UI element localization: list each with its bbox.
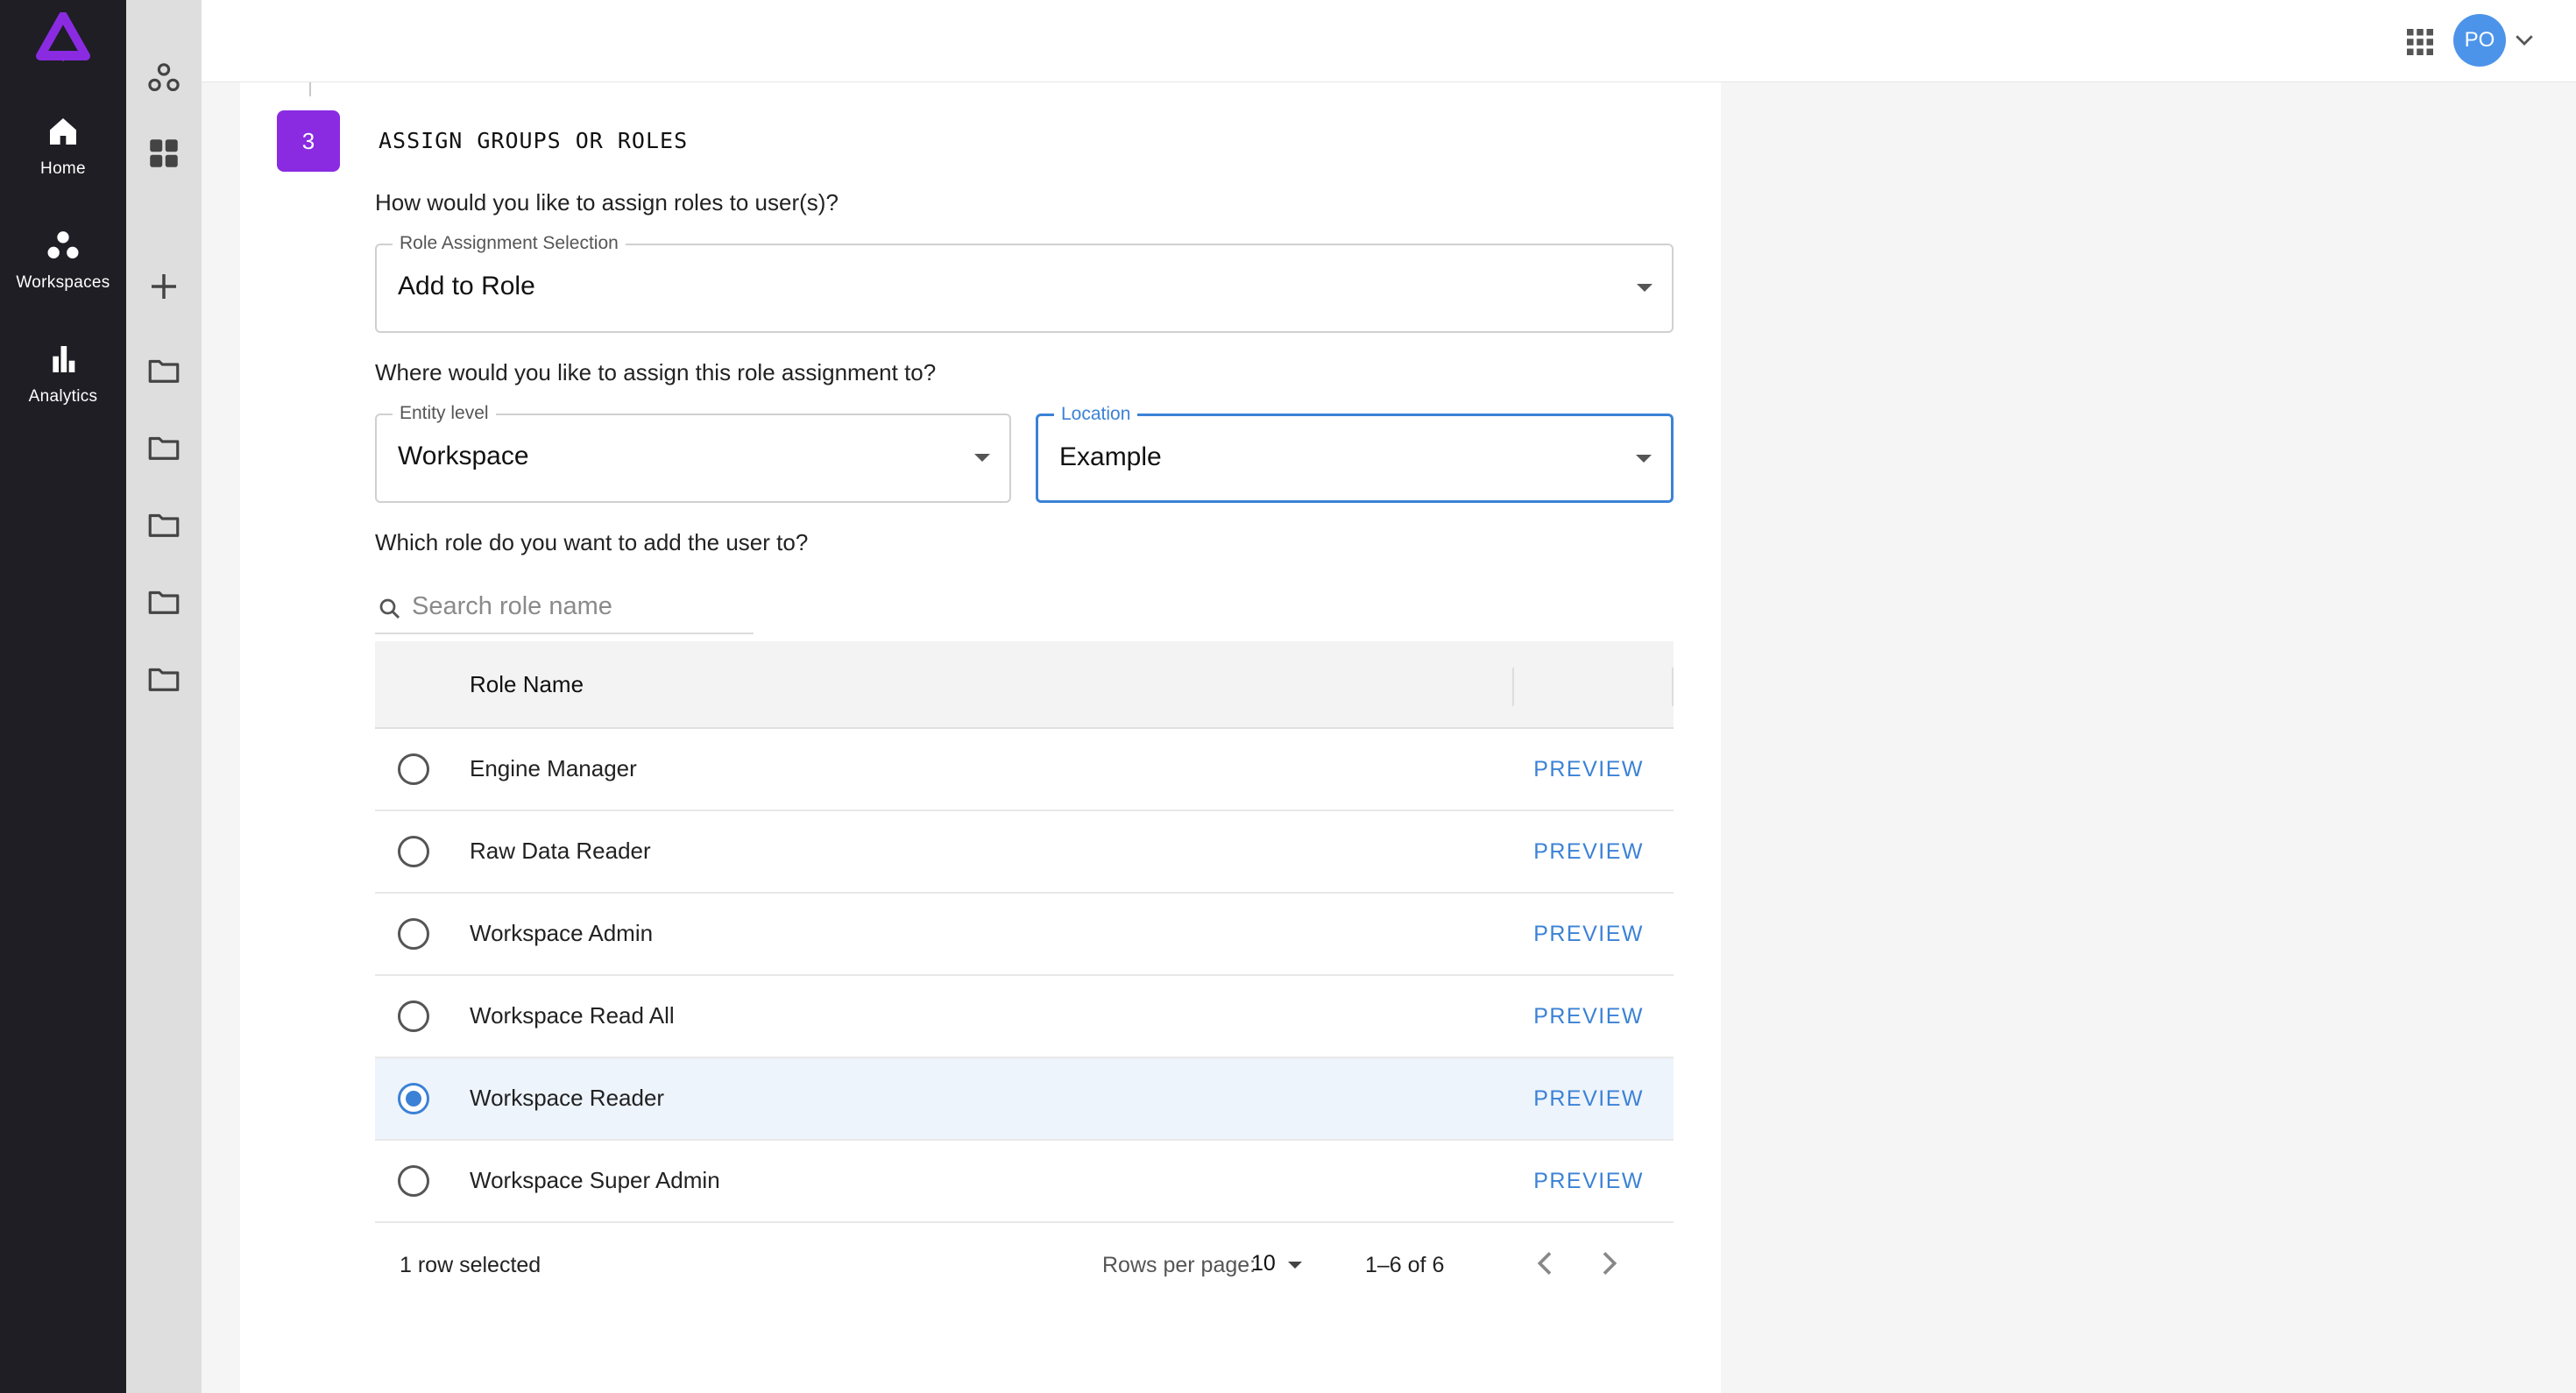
field-value: Workspace [398, 442, 529, 470]
roles-table: Role Name Engine Manager PREVIEW Raw Dat… [375, 641, 1674, 1305]
step-number-badge: 3 [277, 110, 340, 172]
field-value: Add to Role [398, 272, 535, 301]
question-location: Where would you like to assign this role… [375, 359, 937, 385]
search-icon [379, 598, 400, 619]
main-panel: 3 ASSIGN GROUPS OR ROLES How would you l… [240, 82, 1721, 1393]
field-label: Location [1054, 404, 1138, 425]
role-name: Raw Data Reader [470, 838, 651, 864]
column-separator [1672, 668, 1674, 706]
rows-per-page-select[interactable]: 10 [1251, 1251, 1276, 1276]
search-input[interactable] [412, 589, 745, 624]
folder-icon[interactable] [145, 506, 182, 543]
workspaces-outline-icon[interactable] [145, 60, 182, 96]
dropdown-arrow-icon [1636, 455, 1652, 463]
role-name: Engine Manager [470, 755, 637, 781]
row-radio-selected[interactable] [398, 1083, 429, 1114]
table-row-selected[interactable]: Workspace Reader PREVIEW [375, 1058, 1674, 1141]
add-icon[interactable] [145, 268, 182, 305]
folder-icon[interactable] [145, 583, 182, 620]
chevron-down-icon[interactable] [2511, 26, 2537, 53]
pagination-range: 1–6 of 6 [1365, 1253, 1445, 1277]
row-radio[interactable] [398, 836, 429, 867]
row-radio[interactable] [398, 753, 429, 785]
preview-button[interactable]: PREVIEW [1533, 1004, 1644, 1029]
preview-button[interactable]: PREVIEW [1533, 839, 1644, 865]
table-row[interactable]: Engine Manager PREVIEW [375, 729, 1674, 811]
workspaces-icon [47, 231, 79, 258]
dropdown-arrow-icon[interactable] [1288, 1262, 1302, 1269]
row-radio[interactable] [398, 1165, 429, 1197]
dropdown-arrow-icon [974, 454, 990, 462]
row-radio[interactable] [398, 918, 429, 950]
role-name: Workspace Reader [470, 1085, 665, 1111]
role-name: Workspace Super Admin [470, 1167, 720, 1193]
top-bar: PO [202, 0, 2576, 82]
table-header: Role Name [375, 641, 1674, 729]
preview-button[interactable]: PREVIEW [1533, 1169, 1644, 1194]
question-role-assignment: How would you like to assign roles to us… [375, 189, 839, 216]
table-footer: 1 row selected Rows per page: 10 1–6 of … [375, 1223, 1674, 1305]
table-row[interactable]: Workspace Read All PREVIEW [375, 976, 1674, 1058]
step-connector [309, 82, 311, 96]
avatar[interactable]: PO [2453, 14, 2506, 67]
entity-level-select[interactable]: Entity level Workspace [375, 403, 1011, 503]
field-label: Role Assignment Selection [393, 233, 626, 254]
folder-icon[interactable] [145, 429, 182, 466]
logo-icon[interactable] [35, 12, 91, 63]
field-label: Entity level [393, 403, 496, 424]
role-name: Workspace Admin [470, 920, 654, 946]
step-title: ASSIGN GROUPS OR ROLES [379, 128, 689, 153]
selected-count: 1 row selected [400, 1253, 541, 1277]
column-separator[interactable] [1512, 668, 1514, 706]
folder-icon[interactable] [145, 352, 182, 389]
analytics-icon [53, 346, 75, 372]
column-header-role-name[interactable]: Role Name [470, 671, 584, 698]
dashboard-grid-icon[interactable] [145, 135, 182, 172]
table-row[interactable]: Workspace Super Admin PREVIEW [375, 1141, 1674, 1223]
preview-button[interactable]: PREVIEW [1533, 1086, 1644, 1112]
nav-item-workspaces[interactable]: Workspaces [0, 228, 126, 293]
role-search [375, 583, 754, 634]
home-icon [50, 118, 76, 145]
folder-icon[interactable] [145, 661, 182, 697]
table-row[interactable]: Workspace Admin PREVIEW [375, 894, 1674, 976]
nav-item-label: Analytics [28, 387, 98, 406]
question-role: Which role do you want to add the user t… [375, 529, 809, 555]
nav-item-analytics[interactable]: Analytics [0, 342, 126, 407]
chevron-right-icon[interactable] [1591, 1246, 1626, 1281]
field-value: Example [1059, 442, 1162, 471]
dropdown-arrow-icon [1637, 284, 1652, 292]
preview-button[interactable]: PREVIEW [1533, 922, 1644, 947]
row-radio[interactable] [398, 1001, 429, 1032]
apps-grid-icon[interactable] [2403, 25, 2438, 60]
table-row[interactable]: Raw Data Reader PREVIEW [375, 811, 1674, 894]
rows-per-page-label: Rows per page: [1102, 1253, 1256, 1277]
nav-item-label: Home [40, 159, 86, 178]
secondary-sidebar [126, 0, 202, 1393]
location-select[interactable]: Location Example [1036, 404, 1674, 503]
nav-item-home[interactable]: Home [0, 114, 126, 179]
role-assignment-select[interactable]: Role Assignment Selection Add to Role [375, 233, 1674, 333]
chevron-left-icon[interactable] [1528, 1246, 1563, 1281]
nav-item-label: Workspaces [16, 273, 110, 292]
role-name: Workspace Read All [470, 1002, 675, 1029]
preview-button[interactable]: PREVIEW [1533, 757, 1644, 782]
main-nav: Home Workspaces Analytics [0, 0, 126, 1393]
